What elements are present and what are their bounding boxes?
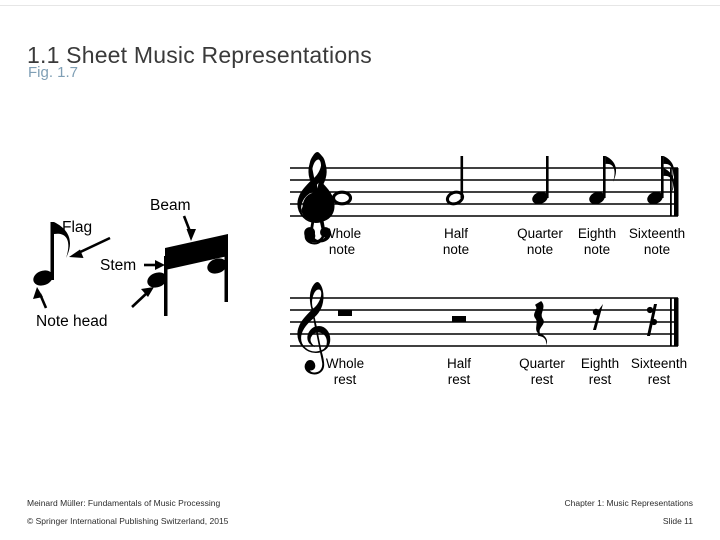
rest-label-whole-line1: Whole	[326, 356, 364, 371]
quarter-note-glyph	[532, 156, 549, 205]
staff-lines-notes	[290, 167, 679, 217]
page-title: 1.1 Sheet Music Representations	[27, 42, 373, 69]
note-label-sixteenth-line2: note	[644, 242, 670, 257]
label-note-head: Note head	[36, 313, 108, 330]
footer-attribution: Meinard Müller: Fundamentals of Music Pr…	[27, 498, 221, 508]
music-notation-figure: Beam Flag Stem Note head 𝄞 Whole note Ha…	[33, 151, 687, 387]
rest-durations-staff: 𝄞 Whole rest Half rest Quarter rest Eigh…	[288, 281, 687, 387]
slide-top-rule	[0, 0, 720, 6]
footer-chapter: Chapter 1: Music Representations	[564, 498, 693, 508]
beam-arrow	[182, 215, 196, 241]
note-label-half-line2: note	[443, 242, 469, 257]
label-stem: Stem	[100, 257, 136, 274]
note-label-sixteenth-line1: Sixteenth	[629, 226, 685, 241]
sixteenth-rest-glyph	[646, 304, 658, 336]
label-flag: Flag	[62, 219, 92, 236]
figure-area: Beam Flag Stem Note head 𝄞 Whole note Ha…	[0, 130, 720, 420]
note-labels: Whole note Half note Quarter note Eighth…	[323, 226, 685, 257]
rest-label-sixteenth-line1: Sixteenth	[631, 356, 687, 371]
note-head-arrow-left	[33, 287, 48, 309]
note-label-quarter-line1: Quarter	[517, 226, 563, 241]
footer-copyright: © Springer International Publishing Swit…	[27, 516, 229, 526]
half-note-glyph	[445, 156, 465, 206]
eighth-rest-glyph	[592, 304, 603, 330]
slide: 1.1 Sheet Music Representations Fig. 1.7	[0, 0, 720, 540]
rest-label-eighth-line2: rest	[589, 372, 612, 387]
sixteenth-note-glyph	[647, 156, 675, 205]
rest-labels: Whole rest Half rest Quarter rest Eighth…	[326, 356, 687, 387]
rest-label-quarter-line1: Quarter	[519, 356, 565, 371]
quarter-rest-glyph	[534, 301, 548, 345]
figure-caption: Fig. 1.7	[28, 64, 79, 81]
rest-label-whole-line2: rest	[334, 372, 357, 387]
eighth-note-glyph-staff	[589, 156, 617, 205]
note-label-whole-line2: note	[329, 242, 355, 257]
note-label-whole-line1: Whole	[323, 226, 361, 241]
rest-label-half-line1: Half	[447, 356, 471, 371]
whole-rest-glyph	[338, 310, 352, 316]
beamed-note-stem-2	[224, 242, 228, 302]
note-head-arrow-right	[131, 287, 154, 308]
rest-label-half-line2: rest	[448, 372, 471, 387]
rest-label-quarter-line2: rest	[531, 372, 554, 387]
rest-label-eighth-line1: Eighth	[581, 356, 619, 371]
footer-slide-number: Slide 11	[662, 516, 693, 526]
half-rest-glyph	[452, 316, 466, 322]
note-anatomy-diagram: Beam Flag Stem Note head	[33, 197, 228, 330]
note-label-half-line1: Half	[444, 226, 468, 241]
staff-lines-rests	[290, 297, 679, 347]
note-stem-glyph	[50, 222, 54, 280]
label-beam: Beam	[150, 197, 191, 214]
note-label-eighth-line1: Eighth	[578, 226, 616, 241]
flag-arrow	[69, 236, 111, 258]
note-label-quarter-line2: note	[527, 242, 553, 257]
note-label-eighth-line2: note	[584, 242, 610, 257]
whole-note-glyph	[331, 190, 353, 206]
stem-arrow	[144, 260, 165, 270]
rest-label-sixteenth-line2: rest	[648, 372, 671, 387]
note-durations-staff: 𝄞 Whole note Half note Quarter note Eigh…	[288, 151, 685, 257]
